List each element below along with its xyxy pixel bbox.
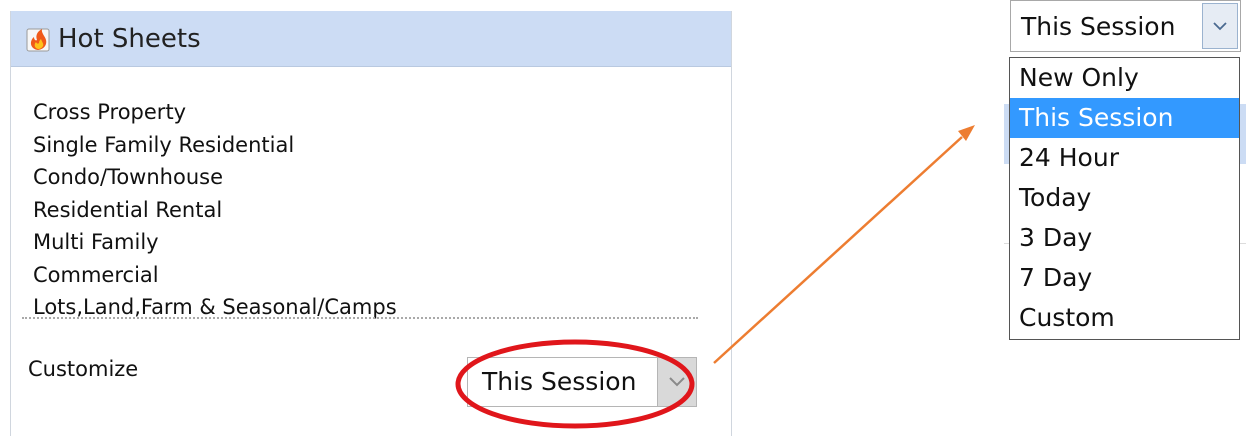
option-7-day[interactable]: 7 Day	[1010, 258, 1239, 298]
option-24-hour[interactable]: 24 Hour	[1010, 138, 1239, 178]
option-today[interactable]: Today	[1010, 178, 1239, 218]
expanded-time-range-select[interactable]: This Session	[1010, 0, 1241, 52]
dropdown-options-list: New Only This Session 24 Hour Today 3 Da…	[1009, 57, 1240, 340]
expanded-select-value: This Session	[1021, 12, 1176, 41]
option-3-day[interactable]: 3 Day	[1010, 218, 1239, 258]
option-new-only[interactable]: New Only	[1010, 58, 1239, 98]
option-this-session[interactable]: This Session	[1010, 98, 1239, 138]
chevron-down-icon[interactable]	[1202, 3, 1238, 49]
option-custom[interactable]: Custom	[1010, 298, 1239, 338]
